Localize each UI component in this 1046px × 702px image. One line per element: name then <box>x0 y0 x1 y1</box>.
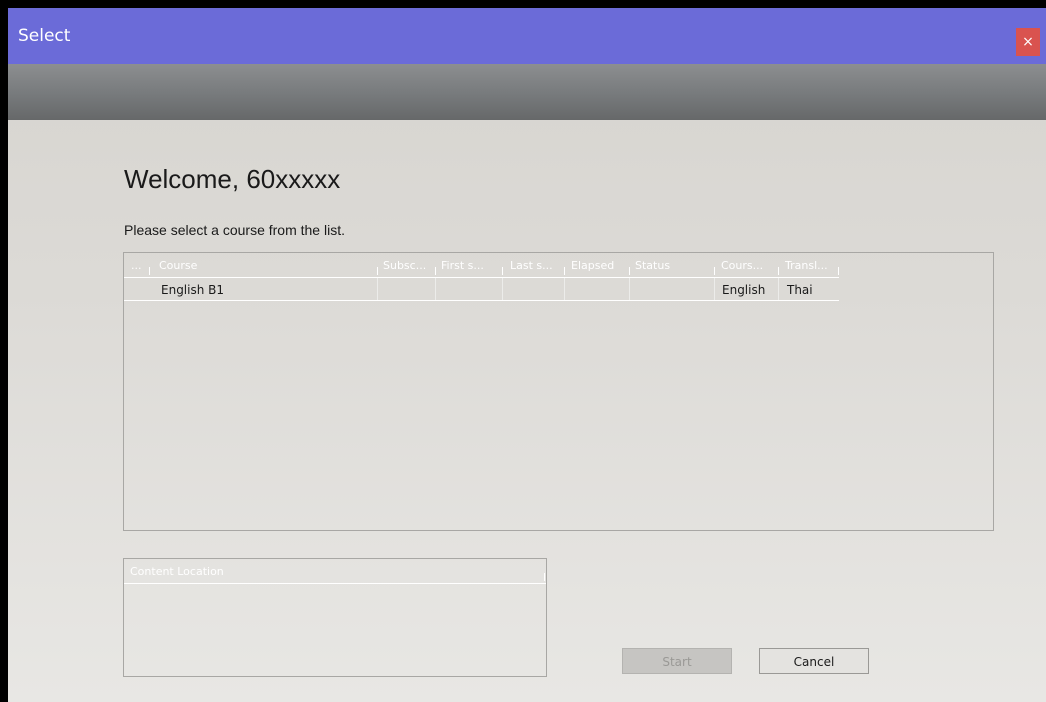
window-title: Select <box>18 26 71 46</box>
column-separator[interactable] <box>149 267 150 275</box>
table-row[interactable]: English B1 English Thai <box>124 278 839 301</box>
column-header-course-language[interactable]: Cours... <box>721 259 763 272</box>
row-separator <box>629 278 630 300</box>
column-separator[interactable] <box>502 267 503 275</box>
column-header-subscription[interactable]: Subsc... <box>383 259 426 272</box>
start-button[interactable]: Start <box>622 648 732 674</box>
course-list[interactable]: ... Course Subsc... First s... Last s...… <box>123 252 994 531</box>
cell-course-language: English <box>722 283 766 297</box>
close-button[interactable]: × <box>1016 28 1040 56</box>
content-location-label: Content Location <box>130 565 224 578</box>
content-location-list[interactable]: Content Location <box>123 558 547 677</box>
column-separator[interactable] <box>629 267 630 275</box>
column-header-index[interactable]: ... <box>131 259 142 272</box>
row-separator <box>435 278 436 300</box>
instruction-text: Please select a course from the list. <box>124 222 345 238</box>
column-header-elapsed[interactable]: Elapsed <box>571 259 614 272</box>
column-header-status[interactable]: Status <box>635 259 670 272</box>
column-header-course[interactable]: Course <box>159 259 197 272</box>
column-separator[interactable] <box>435 267 436 275</box>
cancel-button[interactable]: Cancel <box>759 648 869 674</box>
course-list-header: ... Course Subsc... First s... Last s...… <box>124 253 839 278</box>
row-separator <box>564 278 565 300</box>
column-header-first-session[interactable]: First s... <box>441 259 484 272</box>
select-dialog: Select × Welcome, 60xxxxx Please select … <box>8 8 1046 702</box>
cell-translation: Thai <box>787 283 813 297</box>
column-separator[interactable] <box>838 267 839 275</box>
column-separator[interactable] <box>544 573 545 581</box>
row-separator <box>502 278 503 300</box>
column-separator[interactable] <box>564 267 565 275</box>
close-icon: × <box>1022 34 1034 50</box>
cell-course: English B1 <box>161 283 225 297</box>
row-separator <box>714 278 715 300</box>
column-separator[interactable] <box>714 267 715 275</box>
column-separator[interactable] <box>377 267 378 275</box>
toolbar <box>8 64 1046 120</box>
row-separator <box>778 278 779 300</box>
column-header-last-session[interactable]: Last s... <box>510 259 553 272</box>
column-header-translation[interactable]: Transl... <box>785 259 828 272</box>
content-location-header: Content Location <box>124 559 546 584</box>
welcome-heading: Welcome, 60xxxxx <box>124 164 341 194</box>
row-separator <box>377 278 378 300</box>
column-separator[interactable] <box>778 267 779 275</box>
title-bar: Select × <box>8 8 1046 64</box>
